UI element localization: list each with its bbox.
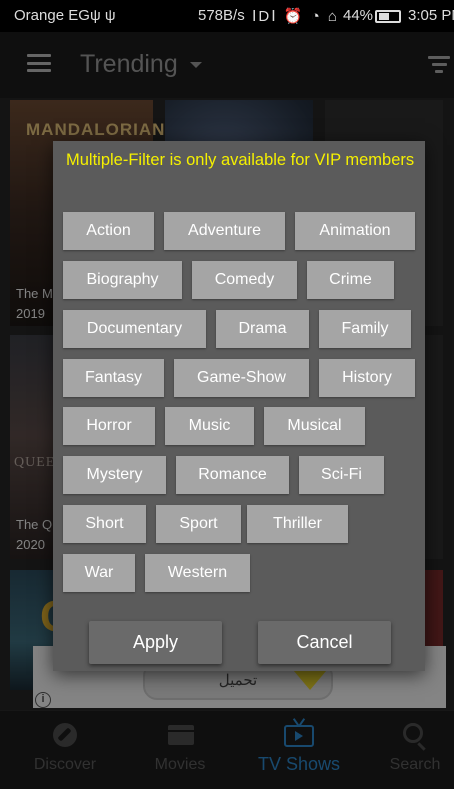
genre-chip-fantasy[interactable]: Fantasy [63,359,164,397]
genre-chip-short[interactable]: Short [63,505,146,543]
genre-chip-game-show[interactable]: Game-Show [174,359,309,397]
genre-chip-thriller[interactable]: Thriller [247,505,348,543]
genre-chip-music[interactable]: Music [165,407,254,445]
genre-chip-mystery[interactable]: Mystery [63,456,166,494]
genre-chip-biography[interactable]: Biography [63,261,182,299]
apply-button[interactable]: Apply [89,621,222,664]
genre-filter-dialog: Multiple-Filter is only available for VI… [53,141,425,671]
carrier-name: Orange EG [14,7,90,24]
status-icons: ⅠDⅠ ⏰ ◔ ⌂ [252,8,339,25]
battery-percent: 44% [343,7,374,24]
genre-chip-western[interactable]: Western [145,554,250,592]
genre-chip-history[interactable]: History [319,359,415,397]
genre-chip-adventure[interactable]: Adventure [164,212,285,250]
genre-chip-action[interactable]: Action [63,212,154,250]
cancel-button[interactable]: Cancel [258,621,391,664]
genre-chip-war[interactable]: War [63,554,135,592]
genre-chip-sport[interactable]: Sport [156,505,241,543]
genre-chip-family[interactable]: Family [319,310,411,348]
genre-chip-romance[interactable]: Romance [176,456,289,494]
genre-chip-documentary[interactable]: Documentary [63,310,206,348]
network-speed: 578B/s [198,7,245,24]
status-bar: Orange EG ψ ψ 578B/s ⅠDⅠ ⏰ ◔ ⌂ 44% 3:05 … [0,0,454,32]
genre-chip-horror[interactable]: Horror [63,407,155,445]
genre-chip-drama[interactable]: Drama [216,310,309,348]
battery-icon [375,10,401,23]
genre-chip-animation[interactable]: Animation [295,212,415,250]
genre-chip-comedy[interactable]: Comedy [192,261,297,299]
genre-chip-crime[interactable]: Crime [307,261,394,299]
clock: 3:05 PM [408,7,454,24]
vip-notice: Multiple-Filter is only available for VI… [66,151,415,169]
genre-chip-musical[interactable]: Musical [264,407,365,445]
usb-icon: ψ ψ [90,7,116,24]
genre-chip-sci-fi[interactable]: Sci-Fi [299,456,384,494]
